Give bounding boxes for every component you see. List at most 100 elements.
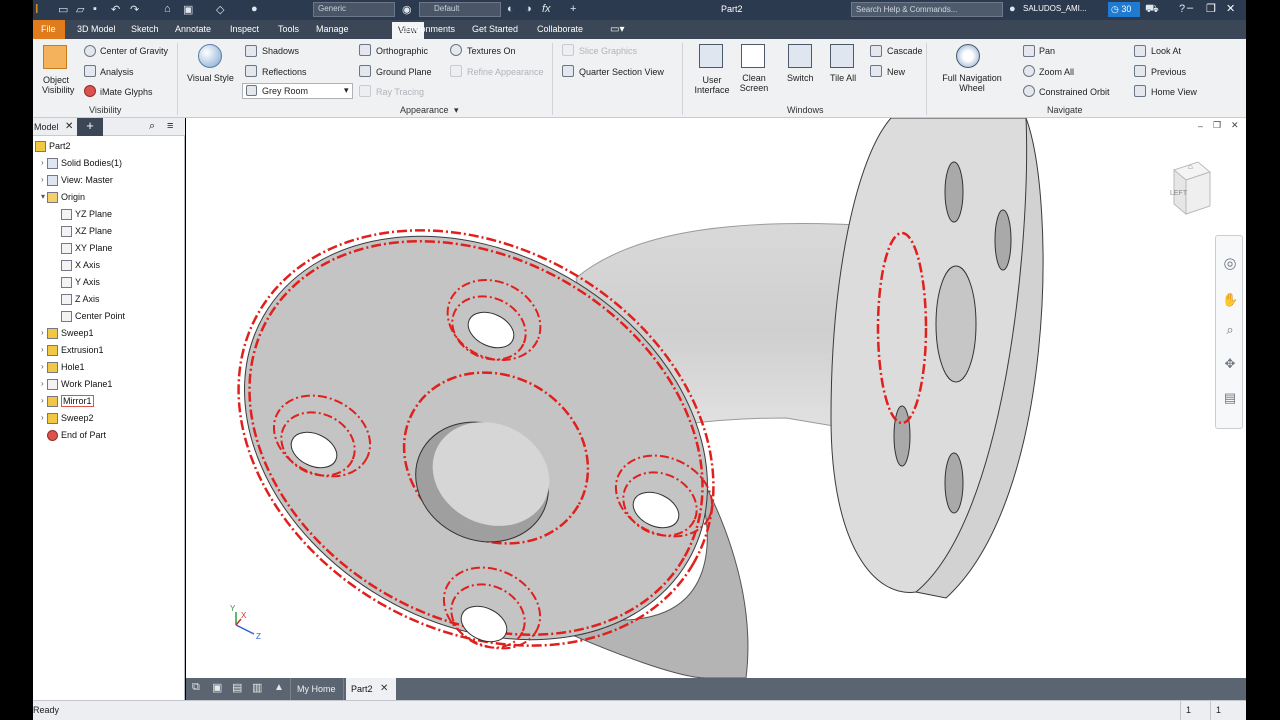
ground-plane-icon[interactable] — [359, 65, 371, 77]
tab-inspect[interactable]: Inspect — [230, 24, 259, 34]
analysis-icon[interactable] — [84, 65, 96, 77]
switch-button[interactable]: Switch — [787, 73, 814, 83]
zoom-all-button[interactable]: Zoom All — [1039, 67, 1074, 77]
add-browser-icon[interactable]: + — [77, 118, 103, 136]
color-wheel-icon[interactable]: ◉ — [402, 3, 412, 16]
switch-icon[interactable] — [788, 44, 812, 68]
object-visibility-button[interactable]: Object Visibility — [42, 75, 74, 95]
redo-icon[interactable]: ↷ — [130, 3, 139, 16]
full-navigation-wheel-button[interactable]: Full Navigation Wheel — [938, 73, 1006, 93]
look-at-icon[interactable] — [1134, 45, 1146, 57]
new-window-button[interactable]: New — [887, 67, 905, 77]
chevron-right-icon[interactable]: › — [41, 328, 44, 337]
viewport-close-icon[interactable]: ✕ — [1231, 120, 1239, 131]
tab-environments[interactable]: Environments — [400, 24, 455, 34]
tree-item-xy-plane[interactable]: XY Plane — [33, 241, 183, 258]
search-icon[interactable]: ⌕ — [149, 120, 155, 133]
clear-appearance-icon[interactable]: ◐ — [507, 3, 514, 15]
adjust-icon[interactable]: ◑ — [525, 3, 532, 15]
undo-icon[interactable]: ↶ — [111, 3, 120, 16]
close-icon[interactable]: ✕ — [380, 683, 388, 694]
reflections-icon[interactable] — [245, 65, 257, 77]
look-at-icon[interactable]: ▤ — [1222, 390, 1238, 406]
tile-horizontal-icon[interactable]: ▤ — [232, 681, 242, 694]
visual-style-icon[interactable] — [198, 44, 222, 68]
user-interface-icon[interactable] — [699, 44, 723, 68]
tree-item-mirror1[interactable]: › Mirror1 — [33, 394, 183, 411]
tree-item-z-axis[interactable]: Z Axis — [33, 292, 183, 309]
tile-vertical-icon[interactable]: ▥ — [252, 681, 262, 694]
3d-print-icon[interactable]: ● — [251, 3, 258, 15]
orbit-icon[interactable]: ✥ — [1222, 356, 1238, 372]
tree-item-part2[interactable]: Part2 — [33, 139, 183, 156]
viewport-minimize-icon[interactable]: – — [1198, 121, 1203, 131]
home-view-icon[interactable] — [1134, 85, 1146, 97]
minimize-icon[interactable]: – — [1187, 2, 1193, 14]
viewcube[interactable]: LEFT ⌂ — [1166, 158, 1216, 216]
pan-icon[interactable]: ✋ — [1222, 292, 1238, 308]
viewport-restore-icon[interactable]: ❐ — [1213, 120, 1221, 131]
shadows-icon[interactable] — [245, 45, 257, 57]
tile-all-button[interactable]: Tile All — [830, 73, 856, 83]
quarter-section-icon[interactable] — [562, 65, 574, 77]
user-name[interactable]: SALUDOS_AMI... — [1023, 4, 1087, 13]
ribbon-options-icon[interactable]: ▭▾ — [610, 24, 624, 35]
chevron-right-icon[interactable]: › — [41, 396, 44, 405]
menu-icon[interactable]: ≡ — [167, 120, 173, 132]
tab-manage[interactable]: Manage — [316, 24, 349, 34]
environment-dropdown[interactable]: Grey Room ▾ — [242, 83, 353, 99]
ground-plane-button[interactable]: Ground Plane — [376, 67, 432, 77]
home-view-button[interactable]: Home View — [1151, 87, 1197, 97]
tab-sketch[interactable]: Sketch — [131, 24, 159, 34]
tab-collaborate[interactable]: Collaborate — [537, 24, 583, 34]
chevron-right-icon[interactable]: › — [41, 158, 44, 167]
chevron-down-icon[interactable]: ▾ — [454, 105, 459, 116]
add-icon[interactable]: + — [570, 3, 576, 15]
look-at-button[interactable]: Look At — [1151, 46, 1181, 56]
chevron-right-icon[interactable]: › — [41, 362, 44, 371]
new-window-icon[interactable] — [870, 65, 882, 77]
tree-item-view-master[interactable]: › View: Master — [33, 173, 183, 190]
constrained-orbit-button[interactable]: Constrained Orbit — [1039, 87, 1110, 97]
update-icon[interactable]: ▣ — [183, 3, 193, 16]
tab-get-started[interactable]: Get Started — [472, 24, 518, 34]
cascade-button[interactable]: Cascade — [887, 46, 923, 56]
orthographic-icon[interactable] — [359, 44, 371, 56]
analysis-button[interactable]: Analysis — [100, 67, 134, 77]
tree-item-hole1[interactable]: › Hole1 — [33, 360, 183, 377]
tab-my-home[interactable]: My Home — [290, 678, 344, 700]
center-of-gravity-icon[interactable] — [84, 45, 96, 57]
close-icon[interactable]: ✕ — [1226, 2, 1235, 15]
time-badge[interactable]: ◷ 30 — [1108, 2, 1140, 17]
chevron-right-icon[interactable]: › — [41, 379, 44, 388]
chevron-right-icon[interactable]: › — [41, 413, 44, 422]
tree-item-solid-bodies-1[interactable]: › Solid Bodies(1) — [33, 156, 183, 173]
pan-button[interactable]: Pan — [1039, 46, 1055, 56]
navigation-wheel-icon[interactable] — [956, 44, 980, 68]
tab-3d-model[interactable]: 3D Model — [77, 24, 116, 34]
help-icon[interactable]: ? — [1179, 3, 1185, 15]
tab-part2[interactable]: Part2 ✕ — [346, 678, 396, 700]
tab-list-icon[interactable]: ▲ — [274, 682, 284, 693]
new-file-icon[interactable]: ▭ — [58, 3, 68, 16]
tree-item-origin[interactable]: ▾ Origin — [33, 190, 183, 207]
user-interface-button[interactable]: User Interface — [692, 75, 732, 95]
imate-glyphs-icon[interactable] — [84, 85, 96, 97]
tree-item-yz-plane[interactable]: YZ Plane — [33, 207, 183, 224]
save-icon[interactable]: ▪ — [93, 3, 97, 15]
quarter-section-view-button[interactable]: Quarter Section View — [579, 67, 664, 77]
open-folder-icon[interactable]: ▱ — [76, 3, 84, 16]
tree-item-center-point[interactable]: Center Point — [33, 309, 183, 326]
search-input[interactable]: Search Help & Commands... — [851, 2, 1003, 17]
tile-all-icon[interactable] — [830, 44, 854, 68]
home-icon[interactable]: ⌂ — [164, 3, 171, 15]
textures-icon[interactable] — [450, 44, 462, 56]
cascade-windows-icon[interactable]: ▣ — [212, 681, 222, 694]
shadows-button[interactable]: Shadows — [262, 46, 299, 56]
tree-item-work-plane1[interactable]: › Work Plane1 — [33, 377, 183, 394]
tree-item-y-axis[interactable]: Y Axis — [33, 275, 183, 292]
model-canvas[interactable]: Y X Z — [186, 118, 1246, 678]
tree-item-end-of-part[interactable]: End of Part — [33, 428, 183, 445]
tile-windows-icon[interactable]: ⧉ — [192, 681, 200, 694]
inventor-pro-icon[interactable]: I — [35, 1, 39, 16]
